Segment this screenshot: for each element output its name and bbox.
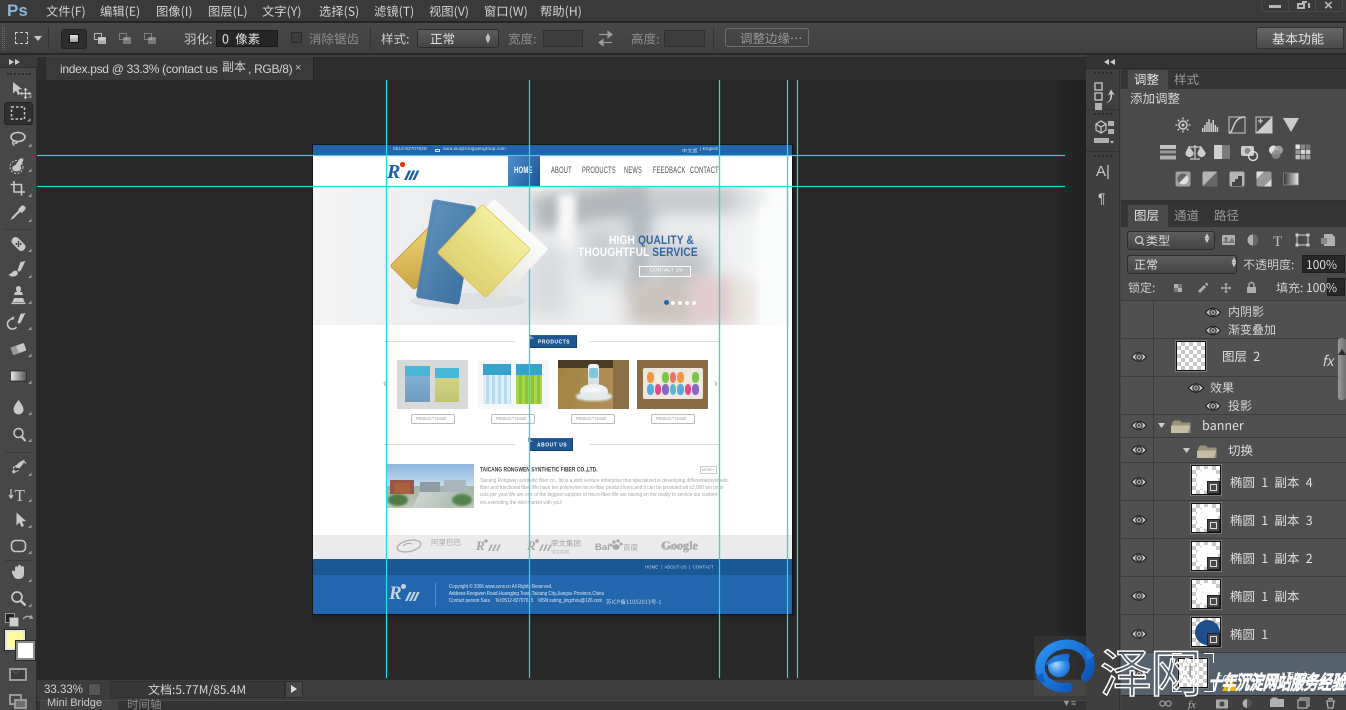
- svg-text:R: R: [475, 538, 485, 553]
- svg-text:fx: fx: [1188, 699, 1196, 710]
- svg-text:R: R: [386, 161, 400, 183]
- svg-text:T: T: [15, 486, 26, 505]
- svg-text:A|: A|: [1096, 163, 1110, 180]
- svg-text:R: R: [388, 583, 402, 604]
- svg-text:¶: ¶: [1098, 190, 1106, 206]
- svg-text:Bai: Bai: [595, 542, 610, 553]
- svg-text:T: T: [1273, 234, 1282, 250]
- svg-text:Google: Google: [661, 539, 698, 553]
- svg-text:R: R: [526, 538, 536, 553]
